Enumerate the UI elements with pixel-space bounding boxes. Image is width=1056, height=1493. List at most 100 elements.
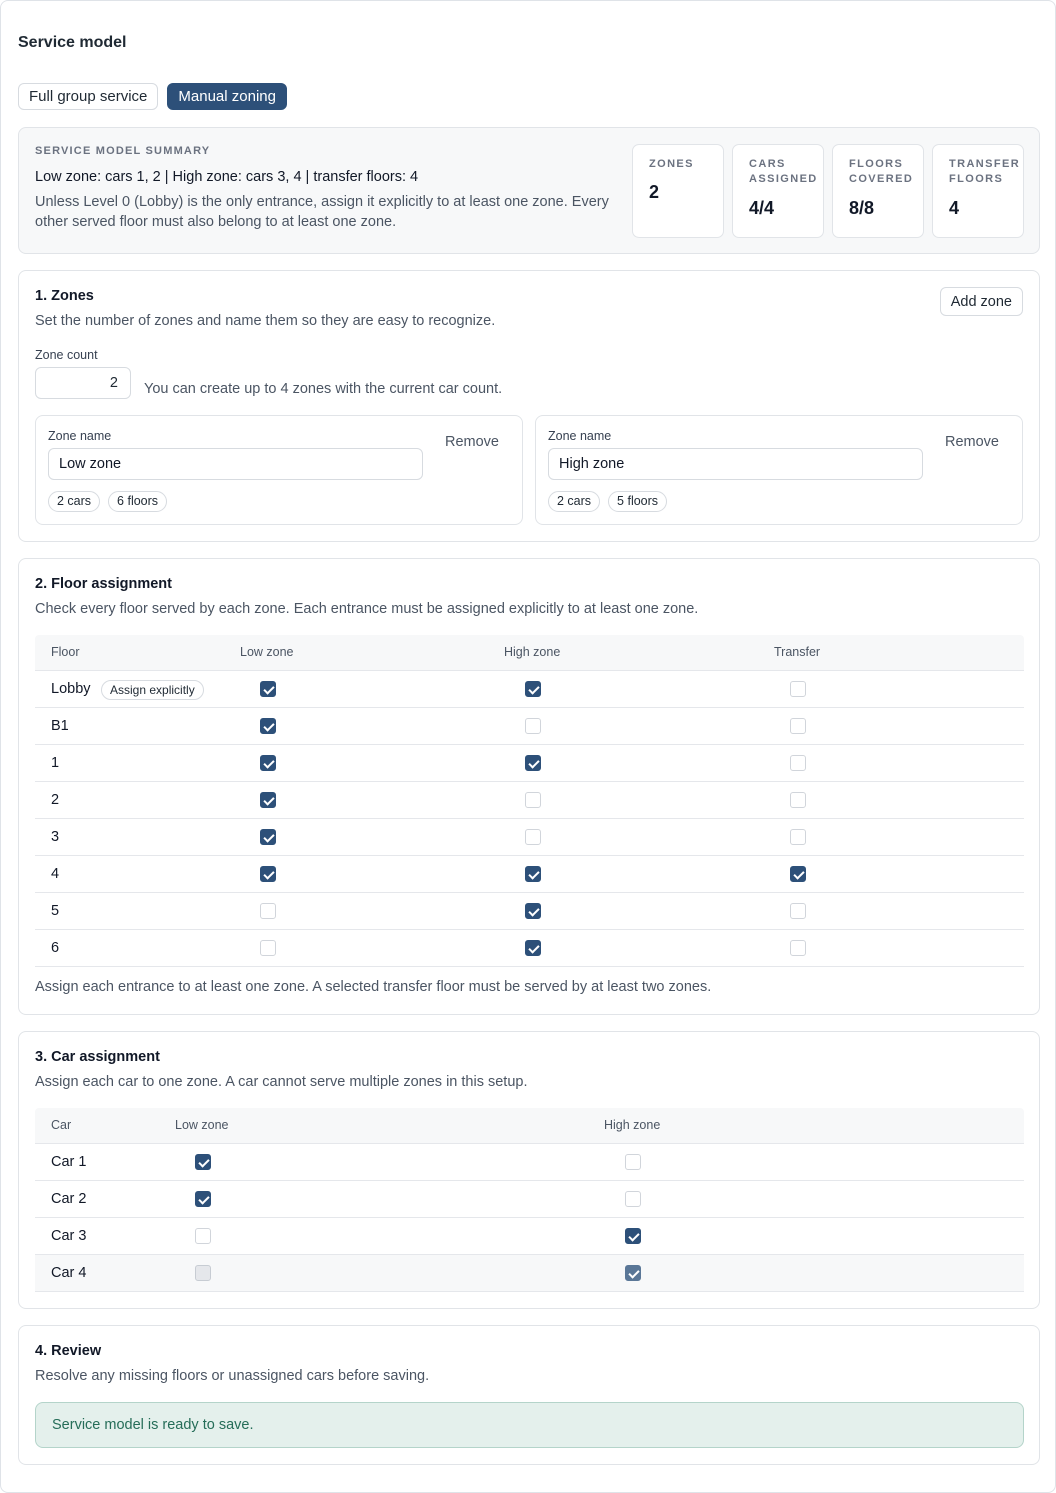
- transfer-checkbox[interactable]: [790, 903, 806, 919]
- floor-label: B1: [51, 718, 69, 734]
- low-zone-checkbox[interactable]: [260, 940, 276, 956]
- car-rows: Car 1 Car 2 Car 3 Car 4: [35, 1144, 1024, 1292]
- low-zone-checkbox[interactable]: [260, 681, 276, 697]
- high-zone-checkbox[interactable]: [525, 940, 541, 956]
- floor-table: Floor Low zone High zone Transfer Lobby A…: [35, 635, 1024, 967]
- floor-assignment-title: 2. Floor assignment: [35, 576, 172, 592]
- high-zone-checkbox[interactable]: [525, 681, 541, 697]
- high-zone-checkbox[interactable]: [525, 866, 541, 882]
- car-row: Car 2: [35, 1181, 1024, 1218]
- high-zone-checkbox[interactable]: [625, 1191, 641, 1207]
- high-zone-checkbox[interactable]: [525, 829, 541, 845]
- high-zone-checkbox[interactable]: [525, 755, 541, 771]
- stat-floors-covered: FLOORS COVERED 8/8: [832, 144, 924, 238]
- high-zone-checkbox[interactable]: [625, 1265, 641, 1281]
- transfer-checkbox[interactable]: [790, 718, 806, 734]
- summary-stats: ZONES 2 CARS ASSIGNED 4/4 FLOORS COVERED…: [632, 144, 1024, 238]
- floor-row: 2: [35, 782, 1024, 819]
- stat-cars-assigned: CARS ASSIGNED 4/4: [732, 144, 824, 238]
- zones-description: Set the number of zones and name them so…: [35, 313, 496, 329]
- floor-row: 1: [35, 745, 1024, 782]
- car-assignment-title: 3. Car assignment: [35, 1049, 160, 1065]
- header-low-zone: Low zone: [240, 645, 294, 659]
- floor-row: 3: [35, 819, 1024, 856]
- stat-value: 4: [949, 198, 960, 218]
- transfer-checkbox[interactable]: [790, 829, 806, 845]
- header-transfer: Transfer: [774, 645, 821, 659]
- ready-status-text: Service model is ready to save.: [52, 1417, 254, 1433]
- zone-floors-chip: 6 floors: [108, 491, 168, 512]
- high-zone-checkbox[interactable]: [525, 718, 541, 734]
- floor-label: 4: [51, 866, 60, 882]
- low-zone-checkbox[interactable]: [260, 755, 276, 771]
- car-label: Car 4: [51, 1265, 87, 1281]
- manual-zoning-button[interactable]: Manual zoning: [167, 83, 287, 110]
- assign-explicitly-badge: Assign explicitly: [101, 680, 204, 700]
- car-assignment-description: Assign each car to one zone. A car canno…: [35, 1074, 528, 1090]
- stat-label: CARS ASSIGNED: [749, 158, 818, 185]
- zone-name-input[interactable]: [548, 448, 923, 480]
- low-zone-checkbox[interactable]: [260, 829, 276, 845]
- high-zone-checkbox[interactable]: [525, 903, 541, 919]
- floor-row: 6: [35, 930, 1024, 967]
- floor-label: 6: [51, 940, 60, 956]
- floor-table-header: Floor Low zone High zone Transfer: [35, 635, 1024, 671]
- low-zone-checkbox[interactable]: [260, 866, 276, 882]
- low-zone-checkbox[interactable]: [195, 1228, 211, 1244]
- zones-title: 1. Zones: [35, 288, 94, 304]
- zone-chips: 2 cars 5 floors: [548, 491, 668, 512]
- low-zone-checkbox[interactable]: [195, 1191, 211, 1207]
- low-zone-checkbox[interactable]: [260, 718, 276, 734]
- zone-floors-chip: 5 floors: [608, 491, 668, 512]
- review-title: 4. Review: [35, 1343, 102, 1359]
- stat-value: 2: [649, 182, 660, 202]
- zone-name-label: Zone name: [548, 429, 612, 443]
- floor-assignment-section: 2. Floor assignment Check every floor se…: [18, 558, 1040, 1015]
- floor-label: 5: [51, 903, 60, 919]
- transfer-checkbox[interactable]: [790, 681, 806, 697]
- review-description: Resolve any missing floors or unassigned…: [35, 1368, 430, 1384]
- stat-transfer-floors: TRANSFER FLOORS 4: [932, 144, 1024, 238]
- low-zone-checkbox[interactable]: [260, 903, 276, 919]
- zone-count-hint: You can create up to 4 zones with the cu…: [144, 381, 503, 397]
- floor-row: 4: [35, 856, 1024, 893]
- transfer-checkbox[interactable]: [790, 866, 806, 882]
- full-group-service-button[interactable]: Full group service: [18, 83, 159, 110]
- floor-label: Lobby: [51, 681, 91, 697]
- car-row: Car 4: [35, 1255, 1024, 1292]
- floor-label: 3: [51, 829, 60, 845]
- service-mode-toggle: Full group service Manual zoning: [18, 83, 287, 110]
- remove-zone-button[interactable]: Remove: [945, 434, 999, 450]
- car-row: Car 3: [35, 1218, 1024, 1255]
- stat-label: TRANSFER FLOORS: [949, 158, 1021, 185]
- high-zone-checkbox[interactable]: [625, 1228, 641, 1244]
- low-zone-checkbox[interactable]: [195, 1154, 211, 1170]
- low-zone-checkbox[interactable]: [195, 1265, 211, 1281]
- transfer-checkbox[interactable]: [790, 792, 806, 808]
- remove-zone-button[interactable]: Remove: [445, 434, 499, 450]
- zone-cars-chip: 2 cars: [48, 491, 101, 512]
- low-zone-checkbox[interactable]: [260, 792, 276, 808]
- stat-value: 4/4: [749, 198, 775, 218]
- high-zone-checkbox[interactable]: [625, 1154, 641, 1170]
- floor-row: B1: [35, 708, 1024, 745]
- header-high-zone: High zone: [604, 1118, 661, 1132]
- car-assignment-section: 3. Car assignment Assign each car to one…: [18, 1031, 1040, 1309]
- high-zone-checkbox[interactable]: [525, 792, 541, 808]
- car-row: Car 1: [35, 1144, 1024, 1181]
- zone-chips: 2 cars 6 floors: [48, 491, 168, 512]
- add-zone-button[interactable]: Add zone: [939, 287, 1023, 316]
- zone-card-high: Zone name Remove 2 cars 5 floors: [535, 415, 1023, 525]
- stat-zones: ZONES 2: [632, 144, 724, 238]
- header-high-zone: High zone: [504, 645, 561, 659]
- floor-assignment-description: Check every floor served by each zone. E…: [35, 601, 699, 617]
- transfer-checkbox[interactable]: [790, 755, 806, 771]
- zone-name-input[interactable]: [48, 448, 423, 480]
- transfer-checkbox[interactable]: [790, 940, 806, 956]
- zone-count-input[interactable]: [35, 367, 131, 399]
- summary-line: Low zone: cars 1, 2 | High zone: cars 3,…: [35, 169, 419, 185]
- floor-rows: Lobby Assign explicitly B1 1 2 3 4 5 6: [35, 671, 1024, 967]
- summary-note: Unless Level 0 (Lobby) is the only entra…: [35, 194, 609, 230]
- stat-value: 8/8: [849, 198, 875, 218]
- zones-section: 1. Zones Set the number of zones and nam…: [18, 270, 1040, 542]
